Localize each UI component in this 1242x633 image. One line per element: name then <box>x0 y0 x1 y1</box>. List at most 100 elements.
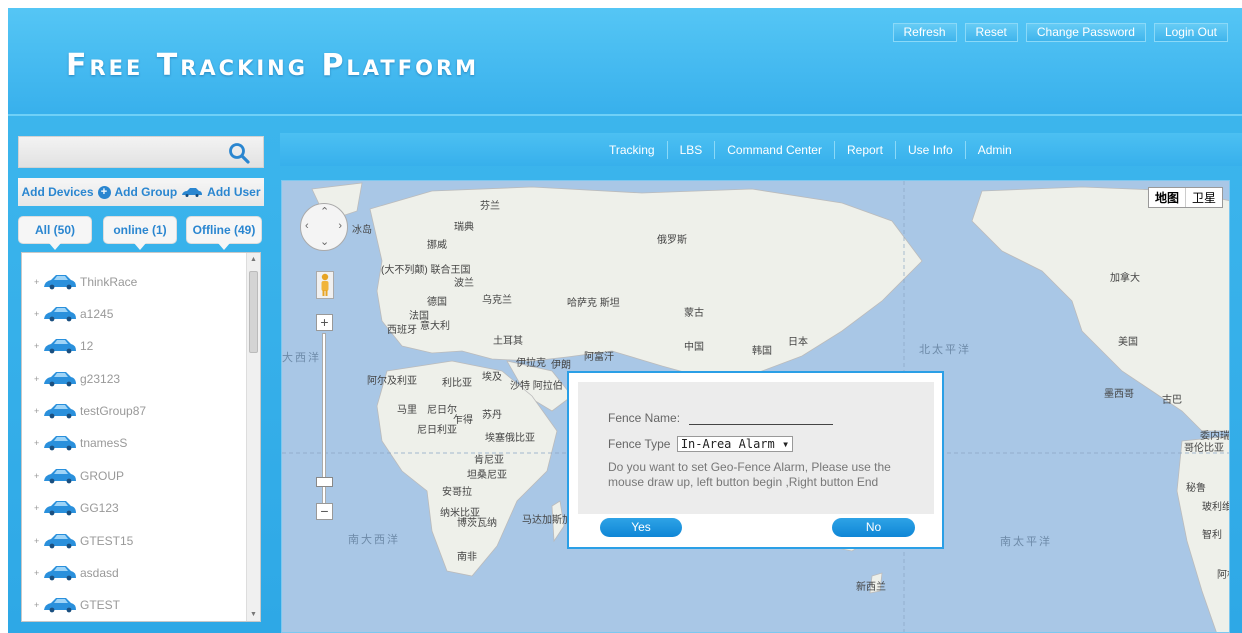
filter-all-tab[interactable]: All (50) <box>18 216 92 250</box>
filter-offline-tab[interactable]: Offline (49) <box>186 216 262 250</box>
map-label: 苏丹 <box>482 410 502 421</box>
map-label: 秘鲁 <box>1186 483 1206 494</box>
device-tree-item[interactable]: + GG123 <box>34 496 119 520</box>
device-tree-item[interactable]: + GTEST <box>34 593 120 617</box>
car-icon <box>44 372 76 387</box>
device-tree-item[interactable]: + testGroup87 <box>34 399 146 423</box>
map-label: 南太平洋 <box>1000 536 1052 548</box>
device-tree-item[interactable]: + a1245 <box>34 302 113 326</box>
device-tree-item[interactable]: + GROUP <box>34 464 124 488</box>
add-group-icon[interactable]: + <box>97 185 111 199</box>
device-tree-item[interactable]: + tnamesS <box>34 431 127 455</box>
reset-button[interactable]: Reset <box>964 23 1018 42</box>
nav-report[interactable]: Report <box>833 140 895 159</box>
nav-command-center[interactable]: Command Center <box>714 140 834 159</box>
pan-control[interactable]: ⌃ ‹ › ⌄ <box>300 203 348 251</box>
device-name: 12 <box>80 339 94 353</box>
add-actions-bar: Add Devices + Add Group Add User <box>18 178 264 206</box>
map-label: 冰岛 <box>352 225 372 236</box>
expand-icon[interactable]: + <box>34 406 42 416</box>
map-label: 北太平洋 <box>919 344 971 356</box>
fence-type-select[interactable]: In-Area Alarm ▾ <box>676 436 794 452</box>
map-label: 美国 <box>1118 337 1138 348</box>
street-view-pegman-icon[interactable] <box>316 271 334 299</box>
device-tree-item[interactable]: + GTEST15 <box>34 529 133 553</box>
expand-icon[interactable]: + <box>34 568 42 578</box>
map-label: 马里 <box>397 405 417 416</box>
scroll-down-icon[interactable]: ▼ <box>250 611 257 618</box>
map-label: 利比亚 <box>442 378 472 389</box>
map-label: 南大西洋 <box>348 534 400 546</box>
map-label: 波兰 <box>454 278 474 289</box>
chevron-down-icon: ▾ <box>781 437 790 451</box>
map-type-map-button[interactable]: 地图 <box>1149 188 1186 207</box>
map-label: 伊朗 <box>551 360 571 371</box>
map-label: 哥伦比亚 <box>1184 443 1224 454</box>
nav-tracking[interactable]: Tracking <box>597 141 667 159</box>
expand-icon[interactable]: + <box>34 471 42 481</box>
filter-online-tab[interactable]: online (1) <box>103 216 177 250</box>
zoom-out-button[interactable]: − <box>316 503 333 520</box>
expand-icon[interactable]: + <box>34 536 42 546</box>
nav-use-info[interactable]: Use Info <box>895 140 965 159</box>
scroll-up-icon[interactable]: ▲ <box>250 256 257 263</box>
nav-lbs[interactable]: LBS <box>666 140 715 159</box>
login-out-button[interactable]: Login Out <box>1153 23 1228 42</box>
no-button[interactable]: No <box>832 518 915 537</box>
map-label: 尼日利亚 <box>417 425 457 436</box>
map-label: 土耳其 <box>493 336 523 347</box>
device-tree-item[interactable]: + asdasd <box>34 561 119 585</box>
map-label: 阿尔及利亚 <box>367 376 417 387</box>
expand-icon[interactable]: + <box>34 309 42 319</box>
expand-icon[interactable]: + <box>34 600 42 610</box>
expand-icon[interactable]: + <box>34 374 42 384</box>
device-tree-item[interactable]: + ThinkRace <box>34 270 137 294</box>
add-devices-link[interactable]: Add Devices <box>21 185 93 199</box>
car-icon <box>44 566 76 581</box>
device-tree: + ThinkRace + a1245 + 12 + g23123 + test… <box>21 252 261 622</box>
fence-type-label: Fence Type <box>608 437 671 451</box>
pan-down-icon[interactable]: ⌄ <box>320 235 329 248</box>
device-name: GROUP <box>80 469 125 483</box>
fence-name-input[interactable] <box>689 412 834 426</box>
expand-icon[interactable]: + <box>34 277 42 287</box>
pan-right-icon[interactable]: › <box>338 220 342 232</box>
map-label: 沙特 阿拉伯 <box>510 381 563 392</box>
change-password-button[interactable]: Change Password <box>1025 23 1146 42</box>
car-icon <box>44 469 76 484</box>
map-label: 大西洋 <box>282 352 321 364</box>
expand-icon[interactable]: + <box>34 438 42 448</box>
map-label: 智利 <box>1202 530 1222 541</box>
map-type-satellite-button[interactable]: 卫星 <box>1186 188 1222 207</box>
add-group-link[interactable]: Add Group <box>115 185 178 199</box>
pan-up-icon[interactable]: ⌃ <box>320 205 329 218</box>
zoom-in-button[interactable]: + <box>316 314 333 331</box>
device-tree-item[interactable]: + g23123 <box>34 367 120 391</box>
search-icon[interactable] <box>227 141 251 165</box>
add-user-link[interactable]: Add User <box>207 185 260 199</box>
device-tree-item[interactable]: + 12 <box>34 334 93 358</box>
yes-button[interactable]: Yes <box>600 518 682 537</box>
expand-icon[interactable]: + <box>34 503 42 513</box>
nav-admin[interactable]: Admin <box>964 140 1024 159</box>
map-label: 挪威 <box>427 240 447 251</box>
main-nav: Tracking LBS Command Center Report Use I… <box>280 133 1242 166</box>
refresh-button[interactable]: Refresh <box>892 23 957 42</box>
map-label: 墨西哥 <box>1104 389 1134 400</box>
expand-icon[interactable]: + <box>34 341 42 351</box>
scroll-thumb[interactable] <box>249 271 258 353</box>
map-label: 安哥拉 <box>442 487 472 498</box>
map-label: 加拿大 <box>1110 273 1140 284</box>
car-icon <box>44 275 76 290</box>
car-icon <box>44 307 76 322</box>
device-name: GTEST15 <box>80 534 134 548</box>
car-icon <box>44 436 76 451</box>
fence-instructions: Do you want to set Geo-Fence Alarm, Plea… <box>608 460 891 489</box>
pan-left-icon[interactable]: ‹ <box>305 220 309 232</box>
map-label: 阿富汗 <box>584 352 614 363</box>
zoom-slider-handle[interactable] <box>316 477 333 487</box>
device-tree-scrollbar[interactable]: ▲ ▼ <box>246 253 260 621</box>
device-search-input[interactable] <box>18 136 264 168</box>
map-label: 埃塞俄比亚 <box>485 433 535 444</box>
add-user-car-icon[interactable] <box>181 187 203 197</box>
